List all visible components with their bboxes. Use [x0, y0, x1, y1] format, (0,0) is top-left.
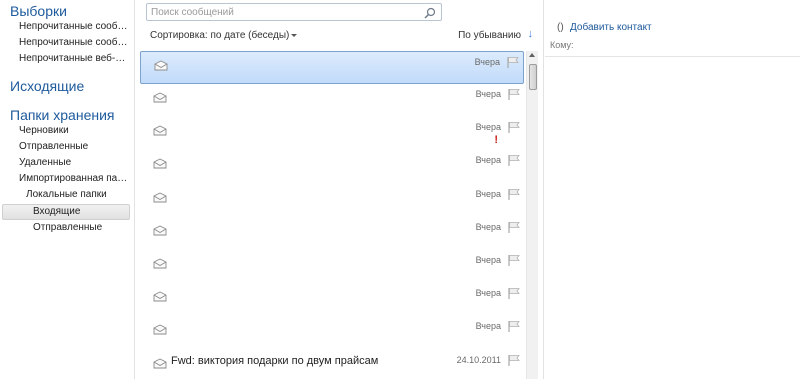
favorite-unread-messages-1[interactable]: Непрочитанные сообщ... — [19, 19, 129, 35]
message-date: Вчера — [475, 189, 501, 199]
header-divider — [545, 56, 800, 57]
message-date: Вчера — [475, 122, 501, 132]
sort-order-toggle[interactable]: По убыванию — [458, 30, 521, 41]
flag-icon[interactable] — [507, 354, 520, 366]
search-icon[interactable] — [424, 7, 436, 19]
message-date: Вчера — [475, 155, 501, 165]
message-row[interactable]: Вчера — [140, 217, 524, 250]
envelope-icon — [154, 60, 168, 71]
message-row[interactable]: Fwd: виктория подарки по двум прайсам 24.… — [140, 350, 524, 379]
folder-local-sent[interactable]: Отправленные — [33, 220, 131, 236]
search-box[interactable] — [146, 3, 442, 21]
folder-inbox[interactable]: Входящие — [2, 204, 130, 220]
envelope-icon — [153, 125, 167, 136]
folder-deleted[interactable]: Удаленные — [19, 155, 129, 171]
message-date: Вчера — [475, 288, 501, 298]
message-row[interactable]: Вчера — [140, 51, 524, 84]
favorite-unread-webcals[interactable]: Непрочитанные веб-ка... — [19, 51, 129, 67]
envelope-icon — [153, 158, 167, 169]
flag-icon[interactable] — [507, 320, 520, 332]
envelope-icon — [153, 324, 167, 335]
message-row[interactable]: Вчера — [140, 283, 524, 316]
message-date: Вчера — [475, 89, 501, 99]
search-input[interactable] — [151, 5, 413, 19]
message-row[interactable]: Вчера — [140, 84, 524, 117]
favorites-heading[interactable]: Выборки — [10, 3, 67, 19]
sort-label: Сортировка: по дате (беседы) — [150, 30, 290, 41]
sort-down-arrow-icon[interactable]: ↓ — [528, 28, 534, 40]
message-row[interactable]: Вчера — [140, 150, 524, 183]
envelope-icon — [153, 291, 167, 302]
flag-icon[interactable] — [507, 188, 520, 200]
envelope-icon — [153, 192, 167, 203]
message-date: Вчера — [474, 57, 500, 67]
folder-imported[interactable]: Импортированная папка — [19, 171, 131, 187]
envelope-icon — [153, 358, 167, 369]
scroll-up-arrow-icon[interactable] — [529, 53, 535, 57]
scrollbar-thumb[interactable] — [529, 64, 537, 90]
envelope-icon — [153, 258, 167, 269]
message-row[interactable]: Вчера — [140, 316, 524, 349]
message-row[interactable]: Вчера — [140, 250, 524, 283]
sort-dropdown[interactable]: Сортировка: по дате (беседы) — [150, 30, 298, 41]
folder-pane: Выборки Непрочитанные сообщ... Непрочита… — [0, 0, 134, 379]
message-date: Вчера — [475, 222, 501, 232]
flag-icon[interactable] — [507, 154, 520, 166]
flag-icon[interactable] — [507, 287, 520, 299]
envelope-icon — [153, 225, 167, 236]
to-label: Кому: — [550, 40, 574, 50]
reading-pane: () Добавить контакт Кому: — [545, 0, 800, 379]
contact-icon: () — [557, 22, 564, 33]
message-row[interactable]: Вчера! — [140, 117, 524, 150]
flag-icon[interactable] — [507, 254, 520, 266]
message-subject: Fwd: виктория подарки по двум прайсам — [171, 355, 379, 367]
folder-sent[interactable]: Отправленные — [19, 139, 129, 155]
message-date: Вчера — [475, 321, 501, 331]
storage-folders-heading[interactable]: Папки хранения — [10, 107, 115, 123]
flag-icon[interactable] — [506, 56, 519, 68]
message-list-scrollbar[interactable] — [526, 51, 538, 379]
favorite-unread-messages-2[interactable]: Непрочитанные сообщ... — [19, 35, 129, 51]
outbox-heading[interactable]: Исходящие — [10, 78, 84, 94]
flag-icon[interactable] — [507, 121, 520, 133]
folder-drafts[interactable]: Черновики — [19, 123, 129, 139]
message-list-pane: Сортировка: по дате (беседы) По убыванию… — [134, 0, 544, 379]
message-row[interactable]: Вчера — [140, 184, 524, 217]
envelope-icon — [153, 92, 167, 103]
high-priority-icon: ! — [494, 134, 498, 146]
chevron-down-icon — [291, 33, 298, 37]
flag-icon[interactable] — [507, 88, 520, 100]
flag-icon[interactable] — [507, 221, 520, 233]
add-contact-link[interactable]: Добавить контакт — [570, 22, 652, 33]
message-date: 24.10.2011 — [456, 355, 501, 365]
folder-local[interactable]: Локальные папки — [26, 187, 130, 203]
message-date: Вчера — [475, 255, 501, 265]
